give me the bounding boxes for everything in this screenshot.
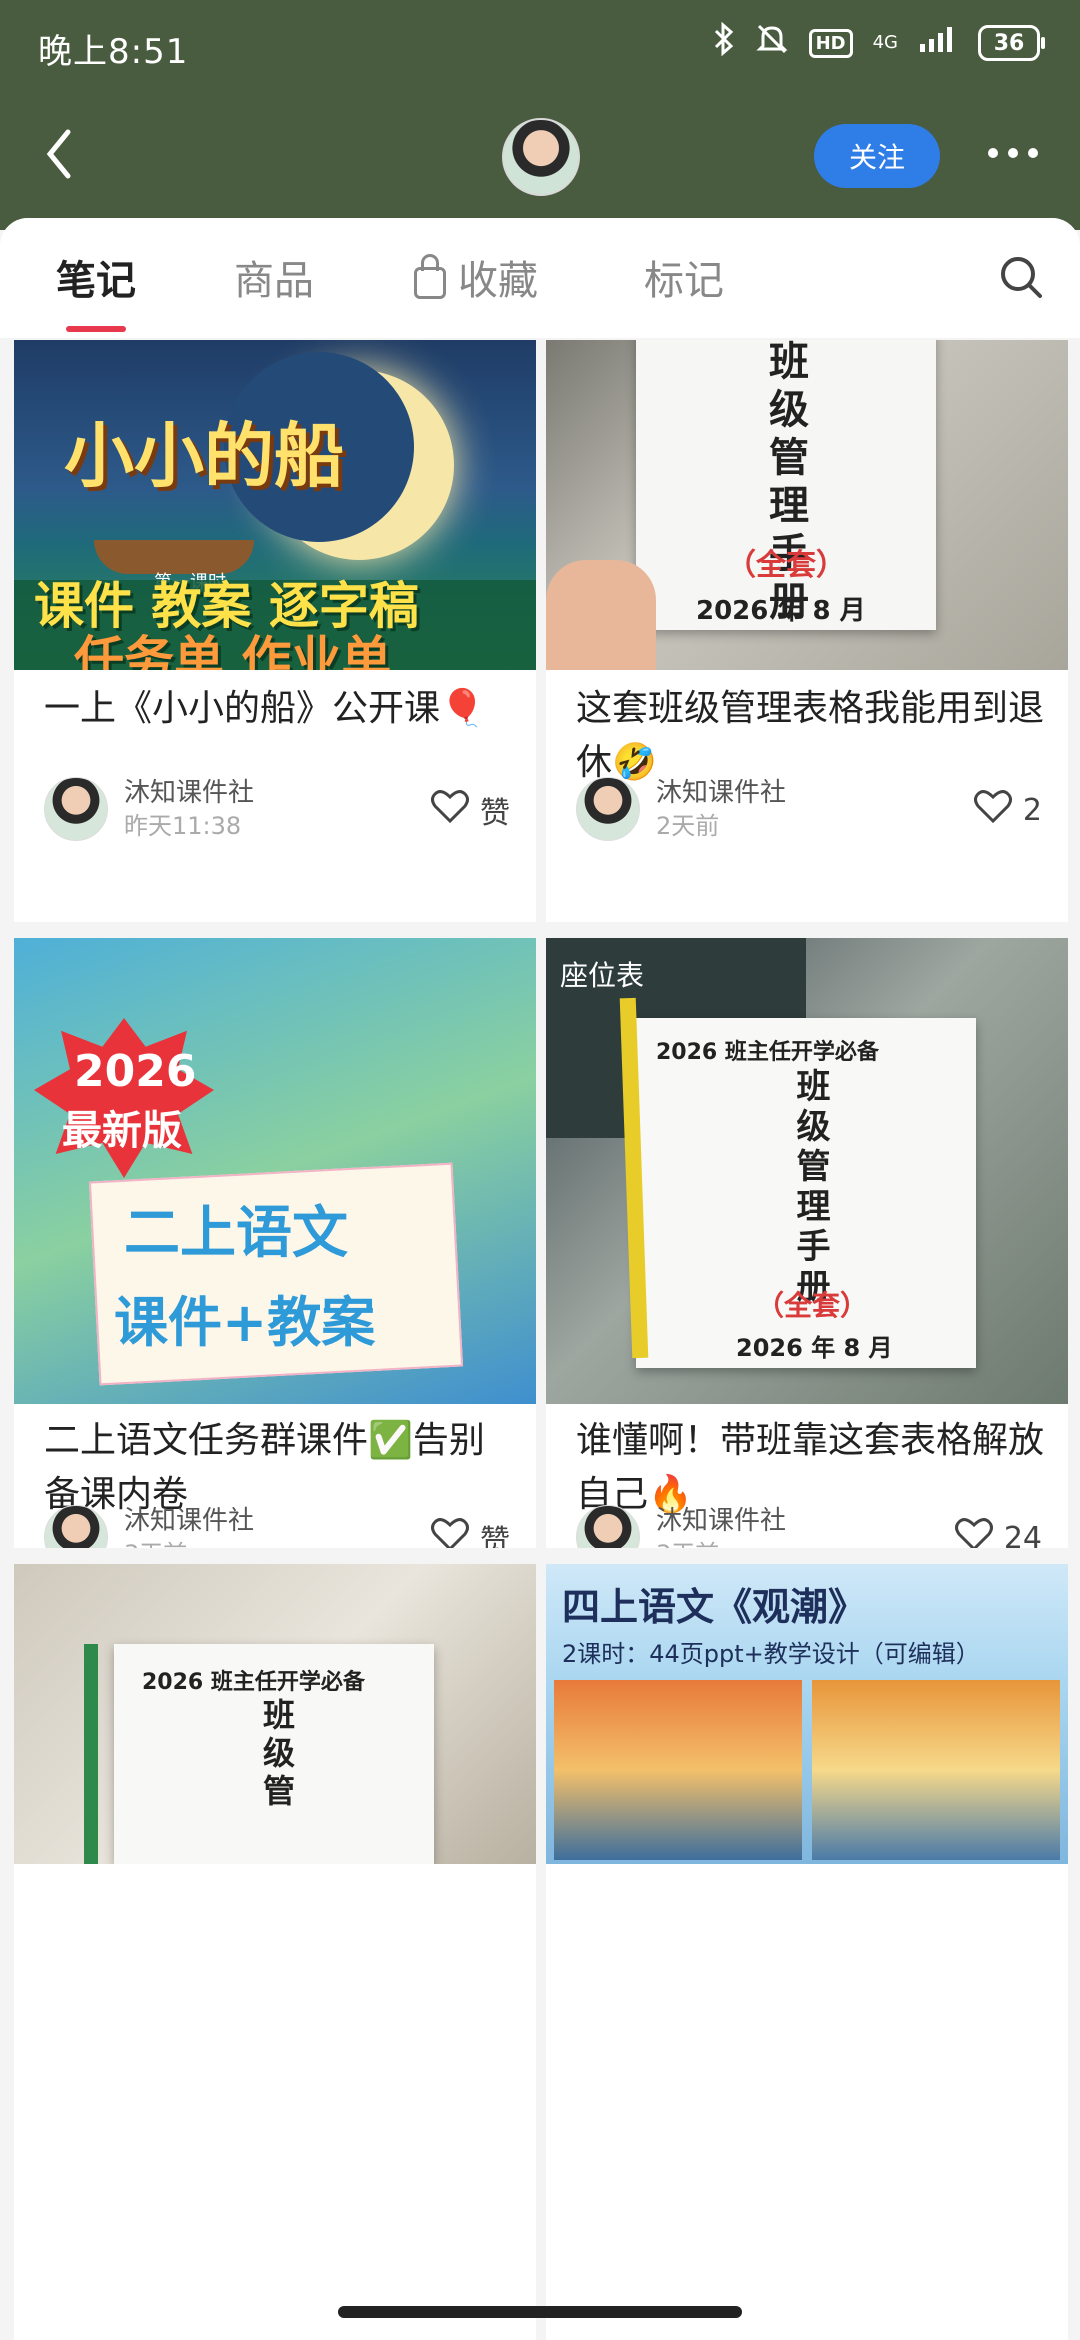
like-count: 24 [1003, 1520, 1042, 1549]
active-tab-underline [66, 326, 126, 332]
like-button[interactable]: 赞 [430, 1516, 510, 1548]
signal-icon [918, 24, 958, 62]
profile-avatar[interactable] [502, 118, 580, 196]
note-card[interactable]: 2026 班主任开学必备 班级管 [14, 1564, 536, 2340]
battery-icon: 36 [978, 25, 1045, 61]
note-cover-image: 小小的船 第一课时 课件 教案 逐字稿 任务单 作业单 [14, 340, 536, 670]
post-time: 2天前 [656, 812, 720, 840]
tab-notes[interactable]: 笔记 [56, 248, 136, 332]
lock-icon [414, 254, 446, 299]
tab-bar: 笔记 商品 收藏 标记 [0, 218, 1080, 338]
note-cover-image: 2026 最新版 二上语文 课件+教案 [14, 938, 536, 1404]
cover-seat-text: 座位表 [560, 959, 645, 992]
note-card[interactable]: 四上语文《观潮》 2课时：44页ppt+教学设计（可编辑） [546, 1564, 1068, 2340]
author-name: 沐知课件社 [656, 1506, 787, 1536]
author-name: 沐知课件社 [656, 778, 787, 808]
back-icon[interactable] [40, 124, 80, 184]
cover-full-text: （全套） [726, 548, 846, 583]
post-time: 3天前 [124, 1538, 254, 1548]
note-cover-image: 四上语文《观潮》 2课时：44页ppt+教学设计（可编辑） [546, 1564, 1068, 1864]
post-time: 昨天11:38 [124, 812, 242, 840]
like-button[interactable]: 2 [973, 788, 1042, 832]
note-card[interactable]: 座位表 2026 班主任开学必备 班级管理手册 （全套） 2026 年 8 月 … [546, 938, 1068, 1548]
like-count: 2 [1022, 792, 1042, 828]
network-label: 4G [872, 32, 898, 53]
cover-sub-text: 2课时：44页ppt+教学设计（可编辑） [562, 1640, 980, 1668]
note-card[interactable]: 2026 最新版 二上语文 课件+教案 二上语文任务群课件✅告别备课内卷 沐知课… [14, 938, 536, 1548]
note-card[interactable]: 班级管理手册 （全套） 2026 年 8 月 这套班级管理表格我能用到退休🤣 沐… [546, 340, 1068, 922]
author-name: 沐知课件社 [124, 778, 255, 808]
binder-strip [84, 1644, 98, 1864]
cover-main1: 二上语文 [124, 1201, 348, 1266]
heart-icon [430, 788, 470, 832]
cover-vertical-text: 班级管 [258, 1698, 296, 1812]
status-time: 晚上8:51 [38, 32, 189, 72]
author-info[interactable]: 沐知课件社 3天前 [576, 1504, 786, 1548]
author-info[interactable]: 沐知课件社 昨天11:38 [44, 776, 254, 842]
tab-favorites[interactable]: 收藏 [414, 248, 538, 306]
cover-date-text: 2026 年 8 月 [696, 596, 866, 626]
note-cover-image: 班级管理手册 （全套） 2026 年 8 月 [546, 340, 1068, 670]
tab-products-label: 商品 [234, 258, 314, 304]
hand-shape [546, 560, 656, 670]
more-options-icon[interactable] [988, 138, 1044, 168]
hd-icon: HD [808, 28, 853, 58]
cover-title-text: 四上语文《观潮》 [562, 1585, 867, 1629]
home-indicator[interactable] [338, 2306, 742, 2318]
tab-notes-label: 笔记 [56, 258, 136, 304]
content-panel: 笔记 商品 收藏 标记 小小的船 第一课时 课件 教案 逐字稿 任务单 作业单 [0, 218, 1080, 2340]
tab-marks[interactable]: 标记 [644, 248, 724, 306]
author-name: 沐知课件社 [124, 1506, 255, 1536]
like-button[interactable]: 赞 [430, 788, 510, 832]
tab-marks-label: 标记 [644, 258, 724, 304]
heart-icon [430, 1516, 470, 1548]
bluetooth-icon [713, 21, 735, 64]
post-time: 3天前 [656, 1538, 786, 1548]
search-icon[interactable] [998, 254, 1044, 300]
heart-icon [973, 788, 1013, 832]
status-icons: HD 4G 36 [713, 21, 1045, 64]
author-avatar [576, 1505, 640, 1548]
nav-row: 关注 [0, 110, 1080, 200]
author-info[interactable]: 沐知课件社 2天前 [576, 776, 786, 842]
slide-thumbnail [554, 1680, 802, 1860]
tab-products[interactable]: 商品 [234, 248, 314, 306]
cover-badge-text: 最新版 [62, 1108, 182, 1154]
like-count: 赞 [480, 796, 510, 831]
cover-full-text: （全套） [756, 1289, 869, 1322]
mute-bell-icon [755, 22, 789, 64]
note-title[interactable]: 一上《小小的船》公开课🎈 [44, 682, 512, 736]
tab-favorites-label: 收藏 [458, 258, 538, 304]
cover-line2: 任务单 作业单 [74, 631, 392, 670]
cover-top-text: 2026 班主任开学必备 [656, 1040, 879, 1065]
follow-button[interactable]: 关注 [814, 124, 940, 188]
author-info[interactable]: 沐知课件社 3天前 [44, 1504, 254, 1548]
note-title[interactable]: 这套班级管理表格我能用到退休🤣 [576, 682, 1044, 790]
cover-badge-year: 2026 [74, 1046, 197, 1097]
cover-vertical-text: 班级管理手册 [790, 1068, 830, 1308]
like-count: 赞 [480, 1524, 510, 1548]
note-cover-image: 2026 班主任开学必备 班级管 [14, 1564, 536, 1864]
author-avatar [44, 1505, 108, 1548]
status-bar: 晚上8:51 HD 4G 36 [0, 0, 1080, 92]
slide-thumbnail [812, 1680, 1060, 1860]
cover-vertical-text: 班级管理手册 [762, 340, 808, 628]
cover-main-text: 小小的船 [64, 415, 344, 497]
top-bar: 晚上8:51 HD 4G 36 关注 [0, 0, 1080, 230]
cover-date-text: 2026 年 8 月 [736, 1334, 893, 1362]
author-avatar [576, 777, 640, 841]
cover-main2: 课件+教案 [114, 1291, 376, 1354]
note-cover-image: 座位表 2026 班主任开学必备 班级管理手册 （全套） 2026 年 8 月 [546, 938, 1068, 1404]
cover-top-text: 2026 班主任开学必备 [142, 1670, 365, 1695]
heart-icon [954, 1516, 994, 1548]
like-button[interactable]: 24 [954, 1516, 1042, 1548]
note-card[interactable]: 小小的船 第一课时 课件 教案 逐字稿 任务单 作业单 一上《小小的船》公开课🎈… [14, 340, 536, 922]
author-avatar [44, 777, 108, 841]
